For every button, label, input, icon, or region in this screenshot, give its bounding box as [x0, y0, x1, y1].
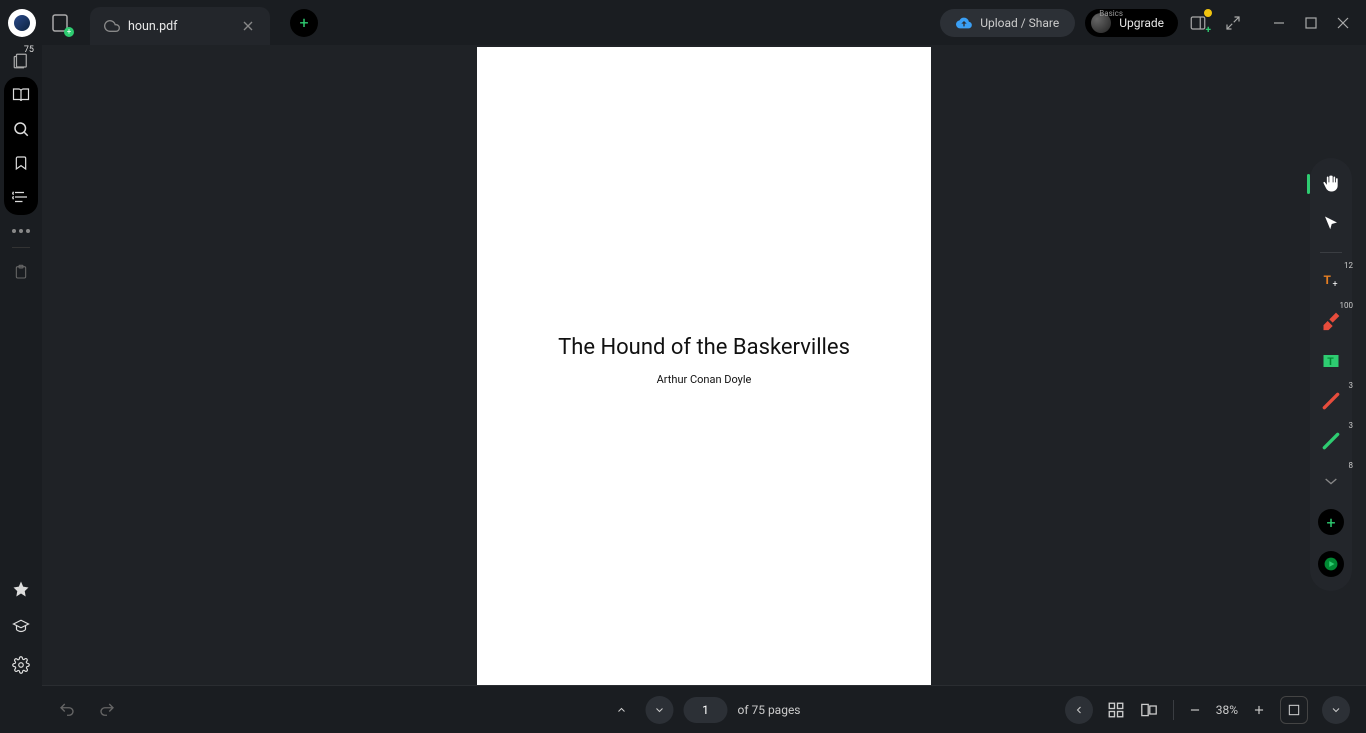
fit-width-button[interactable]	[1139, 702, 1159, 718]
text-tool-badge: 12	[1344, 261, 1353, 270]
left-sidebar: 75	[0, 45, 42, 685]
zoom-dropdown-button[interactable]	[1322, 696, 1350, 724]
fullscreen-button[interactable]	[1224, 14, 1242, 32]
panel-toggle-button[interactable]: +	[1188, 13, 1208, 33]
clipboard-button[interactable]	[11, 262, 31, 282]
undo-button[interactable]	[58, 701, 76, 719]
red-line-tool[interactable]: 3	[1319, 389, 1343, 413]
pointer-tool[interactable]	[1319, 212, 1343, 236]
bottombar: of 75 pages 38%	[42, 685, 1366, 733]
plus-badge-icon: +	[64, 27, 74, 37]
settings-button[interactable]	[11, 655, 31, 675]
favorites-button[interactable]	[11, 579, 31, 599]
current-page-input[interactable]	[683, 697, 727, 723]
document-viewer[interactable]: The Hound of the Baskervilles Arthur Con…	[42, 45, 1366, 685]
bookmark-button[interactable]	[11, 153, 31, 173]
svg-text:T: T	[1324, 273, 1332, 287]
zoom-out-button[interactable]	[1188, 703, 1202, 717]
zoom-in-button[interactable]	[1252, 703, 1266, 717]
zoom-level: 38%	[1216, 703, 1238, 717]
titlebar: + houn.pdf + Upload / Share Basics Upgra…	[0, 0, 1366, 45]
annotations-button[interactable]	[11, 187, 31, 207]
new-tab-button[interactable]: +	[290, 9, 318, 37]
separator	[1320, 252, 1342, 253]
app-logo[interactable]	[8, 9, 36, 37]
left-tool-pill	[4, 77, 38, 215]
tab-close-button[interactable]	[240, 18, 256, 34]
search-button[interactable]	[11, 119, 31, 139]
upload-share-button[interactable]: Upload / Share	[940, 9, 1075, 37]
window-minimize-button[interactable]	[1272, 16, 1286, 30]
right-toolbar: 12T+ 100 T 3 3 8 +	[1310, 158, 1352, 591]
redo-button[interactable]	[98, 701, 116, 719]
upgrade-button[interactable]: Basics Upgrade	[1085, 9, 1178, 37]
more-options-button[interactable]	[12, 229, 30, 233]
expand-badge: 8	[1349, 461, 1354, 470]
page-count-label: of 75 pages	[737, 703, 800, 717]
upgrade-label: Upgrade	[1119, 16, 1164, 30]
cloud-upload-icon	[956, 15, 972, 31]
reader-view-button[interactable]	[11, 85, 31, 105]
upgrade-small-label: Basics	[1099, 9, 1123, 18]
prev-button[interactable]	[1065, 696, 1093, 724]
page-down-button[interactable]	[645, 696, 673, 724]
add-tool-button[interactable]: +	[1318, 509, 1344, 535]
text-highlight-tool[interactable]: T	[1319, 349, 1343, 373]
cloud-sync-icon	[104, 18, 120, 34]
window-maximize-button[interactable]	[1304, 16, 1318, 30]
highlighter-tool[interactable]: 100	[1319, 309, 1343, 333]
hand-tool[interactable]	[1319, 172, 1343, 196]
pages-panel-button[interactable]: 75	[11, 51, 31, 71]
document-page: The Hound of the Baskervilles Arthur Con…	[477, 47, 931, 685]
page-count-badge: 75	[24, 45, 34, 55]
green-line-tool[interactable]: 3	[1319, 429, 1343, 453]
new-document-button[interactable]: +	[48, 11, 72, 35]
learn-button[interactable]	[11, 617, 31, 637]
grid-view-button[interactable]	[1107, 701, 1125, 719]
document-tab[interactable]: houn.pdf	[90, 7, 270, 45]
greenline-badge: 3	[1349, 421, 1354, 430]
separator	[12, 247, 30, 248]
text-tool[interactable]: 12T+	[1319, 269, 1343, 293]
fit-page-button[interactable]	[1280, 696, 1308, 724]
document-title: The Hound of the Baskervilles	[477, 335, 931, 360]
notification-dot-icon	[1204, 9, 1212, 17]
divider	[1173, 700, 1174, 720]
green-plus-icon: +	[1206, 25, 1211, 36]
svg-text:+: +	[1333, 280, 1338, 290]
titlebar-right: Upload / Share Basics Upgrade +	[940, 9, 1358, 37]
play-tool-button[interactable]	[1318, 551, 1344, 577]
upload-label: Upload / Share	[980, 16, 1059, 30]
expand-tools-button[interactable]: 8	[1319, 469, 1343, 493]
redline-badge: 3	[1349, 381, 1354, 390]
tab-title: houn.pdf	[128, 19, 222, 34]
page-up-button[interactable]	[607, 696, 635, 724]
document-author: Arthur Conan Doyle	[477, 373, 931, 386]
svg-text:T: T	[1327, 355, 1334, 368]
highlighter-badge: 100	[1340, 301, 1354, 310]
window-close-button[interactable]	[1336, 16, 1350, 30]
